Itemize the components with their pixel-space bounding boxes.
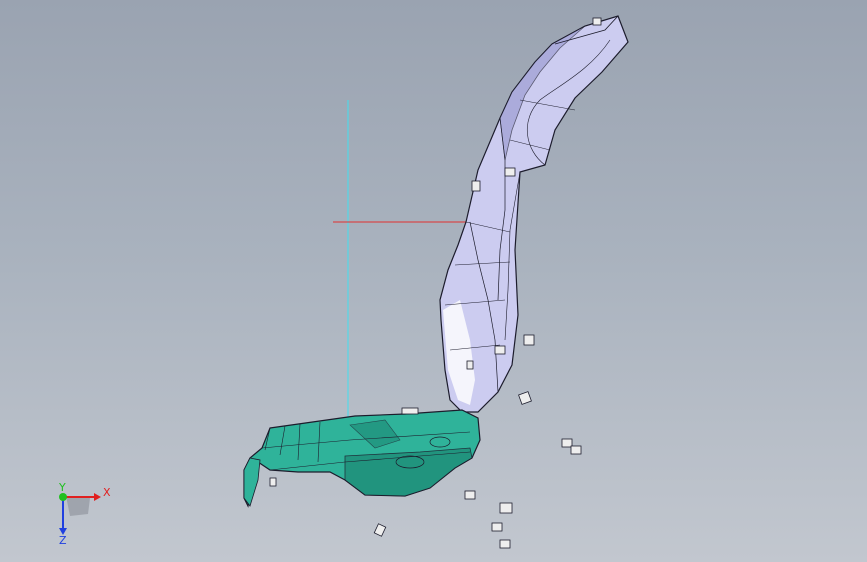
clip: [592, 17, 602, 26]
cad-3d-viewport[interactable]: X Y Z: [0, 0, 867, 562]
clip: [523, 334, 535, 346]
clip: [518, 391, 532, 405]
y-axis-label: Y: [58, 481, 66, 494]
clip: [499, 539, 511, 549]
clip: [269, 477, 277, 487]
model-scene[interactable]: X Y Z: [0, 0, 867, 562]
clip: [491, 522, 503, 532]
clip: [504, 167, 516, 177]
seat-backrest[interactable]: [439, 15, 629, 413]
z-axis-label: Z: [59, 534, 67, 547]
clip: [464, 490, 476, 500]
clip: [471, 180, 481, 192]
clip: [466, 360, 474, 370]
clip: [494, 345, 506, 355]
clip: [561, 438, 573, 448]
clip: [401, 407, 419, 415]
x-axis-label: X: [103, 486, 111, 499]
orientation-triad[interactable]: X Y Z: [58, 481, 111, 547]
clip: [570, 445, 582, 455]
clip: [373, 523, 387, 537]
seat-cushion[interactable]: [243, 409, 481, 508]
clip: [499, 502, 513, 514]
